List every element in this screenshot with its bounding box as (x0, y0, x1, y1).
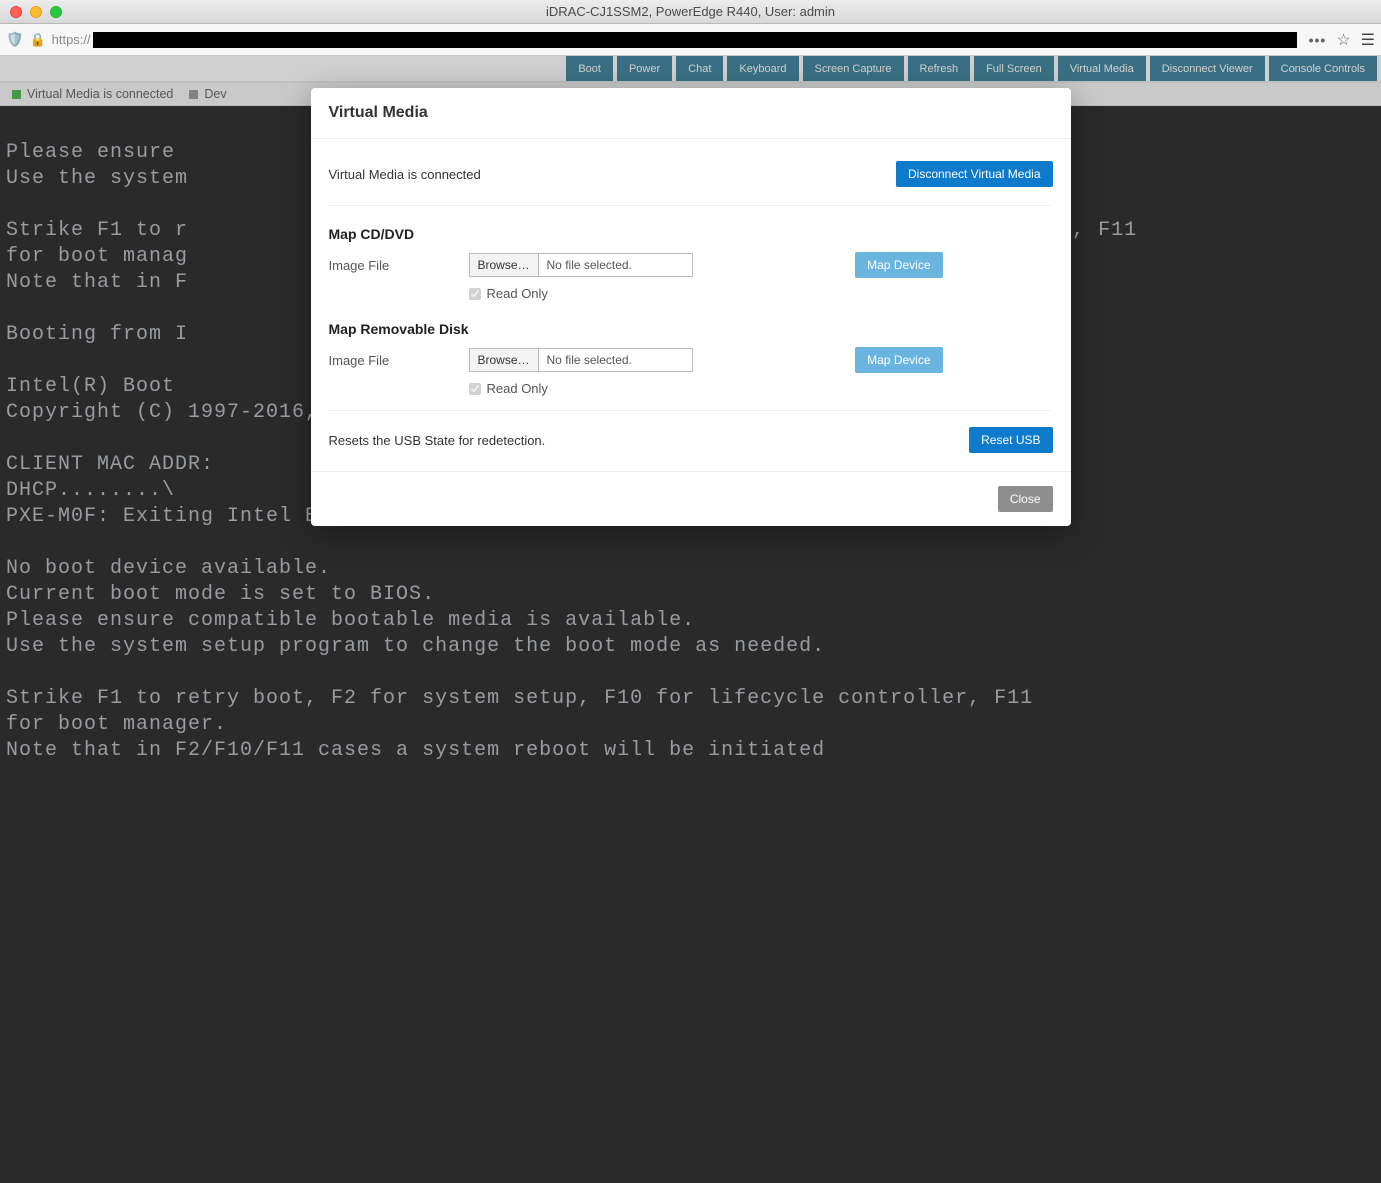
kebab-icon[interactable]: ••• (1309, 32, 1327, 48)
modal-title: Virtual Media (311, 88, 1071, 139)
console-toolbar: Boot Power Chat Keyboard Screen Capture … (0, 56, 1381, 82)
cd-map-device-button[interactable]: Map Device (855, 252, 942, 278)
cd-readonly-checkbox[interactable] (469, 288, 481, 300)
shield-icon[interactable]: 🛡️ (6, 31, 23, 48)
browser-toolbar: 🛡️ 🔒 https:// ••• ☆ ☰ (0, 24, 1381, 56)
section-map-removable: Map Removable Disk (329, 321, 1053, 337)
traffic-lights (10, 6, 62, 18)
cd-file-input[interactable]: Browse… No file selected. (469, 253, 693, 277)
window-title: iDRAC-CJ1SSM2, PowerEdge R440, User: adm… (0, 4, 1381, 19)
toolbar-virtual-media[interactable]: Virtual Media (1058, 56, 1146, 81)
disconnect-virtual-media-button[interactable]: Disconnect Virtual Media (896, 161, 1053, 187)
rd-map-device-button[interactable]: Map Device (855, 347, 942, 373)
status-square-green-icon (12, 90, 21, 99)
divider (329, 410, 1053, 411)
reset-usb-button[interactable]: Reset USB (969, 427, 1052, 453)
rd-file-input[interactable]: Browse… No file selected. (469, 348, 693, 372)
status-vm-connected: Virtual Media is connected (12, 87, 173, 101)
url-prefix: https:// (52, 32, 91, 47)
status-dev-text: Dev (204, 87, 226, 101)
url-bar[interactable]: https:// (52, 28, 1303, 52)
cd-readonly-label: Read Only (487, 286, 548, 301)
status-vm-text: Virtual Media is connected (27, 87, 173, 101)
bookmark-star-icon[interactable]: ☆ (1336, 30, 1350, 50)
toolbar-screen-capture[interactable]: Screen Capture (803, 56, 904, 81)
rd-readonly-checkbox[interactable] (469, 383, 481, 395)
lock-icon[interactable]: 🔒 (29, 32, 45, 48)
rd-file-selected-text: No file selected. (539, 353, 640, 367)
cd-browse-button[interactable]: Browse… (470, 254, 539, 276)
status-dev: Dev (189, 87, 226, 101)
cd-image-file-label: Image File (329, 258, 459, 273)
hamburger-menu-icon[interactable]: ☰ (1361, 30, 1375, 50)
toolbar-power[interactable]: Power (617, 56, 672, 81)
rd-image-file-label: Image File (329, 353, 459, 368)
window-close-icon[interactable] (10, 6, 22, 18)
window-titlebar: iDRAC-CJ1SSM2, PowerEdge R440, User: adm… (0, 0, 1381, 24)
close-button[interactable]: Close (998, 486, 1053, 512)
toolbar-refresh[interactable]: Refresh (908, 56, 971, 81)
toolbar-boot[interactable]: Boot (566, 56, 613, 81)
window-zoom-icon[interactable] (50, 6, 62, 18)
toolbar-disconnect-viewer[interactable]: Disconnect Viewer (1150, 56, 1265, 81)
rd-browse-button[interactable]: Browse… (470, 349, 539, 371)
cd-file-selected-text: No file selected. (539, 258, 640, 272)
url-redacted (93, 32, 1297, 48)
vm-connected-text: Virtual Media is connected (329, 167, 481, 182)
toolbar-console-controls[interactable]: Console Controls (1269, 56, 1377, 81)
toolbar-full-screen[interactable]: Full Screen (974, 56, 1054, 81)
status-square-gray-icon (189, 90, 198, 99)
toolbar-chat[interactable]: Chat (676, 56, 723, 81)
window-minimize-icon[interactable] (30, 6, 42, 18)
toolbar-keyboard[interactable]: Keyboard (727, 56, 798, 81)
reset-usb-text: Resets the USB State for redetection. (329, 433, 546, 448)
rd-readonly-label: Read Only (487, 381, 548, 396)
section-map-cddvd: Map CD/DVD (329, 226, 1053, 242)
virtual-media-modal: Virtual Media Virtual Media is connected… (311, 88, 1071, 526)
